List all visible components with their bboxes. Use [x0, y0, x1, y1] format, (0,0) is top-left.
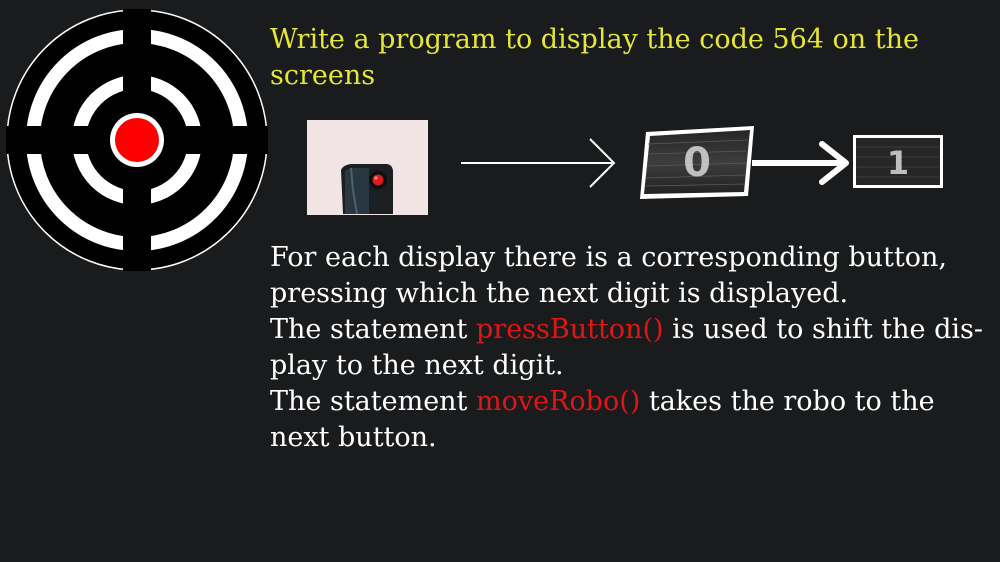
instruction-text: The statement	[270, 386, 476, 417]
digit-display-small: 1	[853, 135, 943, 188]
instructions: For each display there is a correspondin…	[270, 240, 983, 456]
instruction-line: play to the next digit.	[270, 350, 564, 381]
target-icon	[6, 9, 268, 271]
robot-button-image	[307, 120, 428, 215]
instruction-line: pressing which the next digit is display…	[270, 278, 849, 309]
task-title-line-1: Write a program to display the code 564 …	[270, 24, 919, 55]
instruction-line: The statement pressButton() is used to s…	[270, 312, 983, 348]
instruction-line: For each display there is a correspondin…	[270, 242, 947, 273]
digit-display-1: 1	[853, 135, 943, 188]
digit-display-0: 0	[640, 126, 754, 199]
instruction-text: is used to shift the dis-	[663, 314, 983, 345]
task-title-line-2: screens	[270, 60, 376, 91]
code-move-robo: moveRobo()	[476, 386, 641, 417]
arrow-right-icon	[461, 138, 616, 188]
display-big-digit: 0	[683, 140, 711, 186]
display-small-digit: 1	[887, 144, 909, 182]
task-title: Write a program to display the code 564 …	[270, 22, 970, 94]
arrow-right-bold-icon	[752, 141, 849, 185]
digit-display-big: 0	[638, 124, 760, 202]
instruction-text: takes the robo to the	[640, 386, 935, 417]
code-press-button: pressButton()	[476, 314, 664, 345]
instruction-text: The statement	[270, 314, 476, 345]
instruction-line: next button.	[270, 422, 437, 453]
instruction-line: The statement moveRobo() takes the robo …	[270, 384, 970, 420]
